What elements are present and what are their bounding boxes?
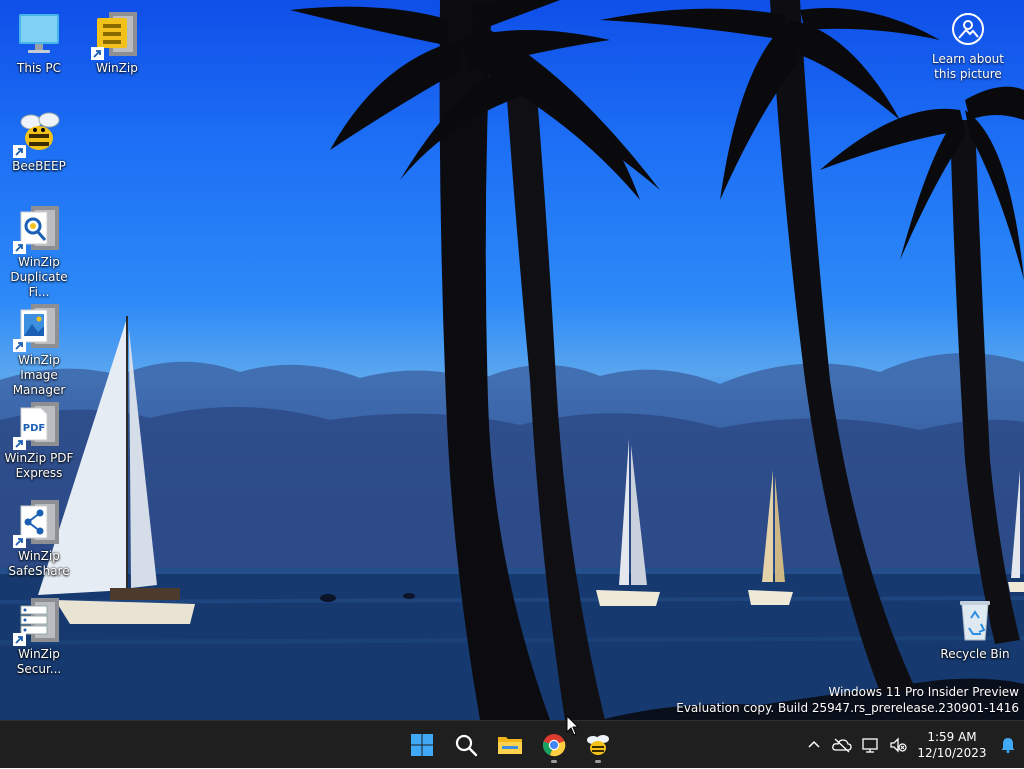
taskbar: 1:59 AM 12/10/2023 [0, 720, 1024, 768]
onedrive-button[interactable] [828, 725, 856, 765]
camera-lens-icon [952, 13, 984, 45]
chevron-up-icon [808, 740, 820, 748]
desktop[interactable]: This PC WinZip BeeBEEP WinZip Duplicate … [0, 0, 1024, 720]
desktop-icon-winzip-duplicate-finder[interactable]: WinZip Duplicate Fi... [0, 204, 78, 300]
running-indicator [595, 760, 601, 763]
clock-time: 1:59 AM [927, 730, 977, 744]
chrome-icon [542, 734, 566, 757]
start-windows-icon [411, 734, 433, 756]
desktop-icon-label: Recycle Bin [940, 647, 1010, 661]
desktop-icon-label: WinZip SafeShare [8, 549, 70, 578]
volume-muted-icon [890, 737, 907, 753]
bell-icon [1001, 738, 1015, 753]
network-button[interactable] [856, 725, 884, 765]
watermark-line-2: Evaluation copy. Build 25947.rs_prerelea… [676, 701, 1019, 715]
shortcut-arrow-icon [91, 47, 104, 60]
clock-date: 12/10/2023 [917, 746, 987, 760]
notifications-button[interactable] [992, 725, 1024, 765]
show-hidden-icons-button[interactable] [800, 725, 828, 765]
desktop-icon-winzip-safeshare[interactable]: WinZip SafeShare [0, 498, 78, 579]
recycle-bin-icon [951, 596, 999, 644]
shortcut-arrow-icon [13, 241, 26, 254]
network-icon [862, 738, 878, 753]
winzip-pdf-express-icon: PDF [13, 400, 63, 450]
beebeep-icon [13, 108, 63, 158]
desktop-icon-label: WinZip PDF Express [4, 451, 74, 480]
desktop-icon-recycle-bin[interactable]: Recycle Bin [936, 596, 1014, 662]
winzip-secure-backup-icon [13, 596, 63, 646]
winzip-image-manager-icon [13, 302, 63, 352]
shortcut-arrow-icon [13, 633, 26, 646]
learn-about-label: Learn about this picture [932, 52, 1004, 81]
shortcut-arrow-icon [13, 437, 26, 450]
desktop-icon-label: BeeBEEP [12, 159, 66, 173]
desktop-icon-label: WinZip [96, 61, 138, 75]
desktop-icon-winzip-secure-backup[interactable]: WinZip Secur... [0, 596, 78, 677]
shortcut-arrow-icon [13, 145, 26, 158]
desktop-icon-winzip[interactable]: WinZip [78, 10, 156, 76]
watermark-line-1: Windows 11 Pro Insider Preview [828, 685, 1019, 699]
wallpaper-image [0, 0, 1024, 720]
learn-about-this-picture[interactable]: Learn about this picture [920, 12, 1016, 82]
system-tray: 1:59 AM 12/10/2023 [800, 721, 1024, 769]
winzip-duplicate-finder-icon [13, 204, 63, 254]
desktop-icon-label: WinZip Secur... [16, 647, 62, 676]
shortcut-arrow-icon [13, 339, 26, 352]
desktop-icon-label: This PC [17, 61, 61, 75]
taskbar-apps [402, 725, 618, 765]
winzip-safeshare-icon [13, 498, 63, 548]
volume-button[interactable] [884, 725, 912, 765]
desktop-icon-beebeep[interactable]: BeeBEEP [0, 108, 78, 174]
desktop-icon-label: WinZip Image Manager [12, 353, 66, 397]
beebeep-icon [587, 735, 609, 755]
desktop-icon-label: WinZip Duplicate Fi... [10, 255, 68, 299]
desktop-icon-winzip-pdf-express[interactable]: PDF WinZip PDF Express [0, 400, 78, 481]
shortcut-arrow-icon [13, 535, 26, 548]
search-icon [455, 734, 478, 757]
clock-button[interactable]: 1:59 AM 12/10/2023 [912, 729, 992, 761]
evaluation-watermark: Windows 11 Pro Insider Preview Evaluatio… [676, 684, 1019, 716]
mouse-cursor-icon [566, 715, 580, 736]
desktop-icon-this-pc[interactable]: This PC [0, 10, 78, 76]
file-explorer-icon [498, 737, 522, 754]
this-pc-icon [15, 10, 63, 58]
onedrive-offline-icon [832, 738, 852, 753]
search-button[interactable] [446, 725, 486, 765]
file-explorer-button[interactable] [490, 725, 530, 765]
beebeep-taskbar-button[interactable] [578, 725, 618, 765]
start-button[interactable] [402, 725, 442, 765]
svg-text:PDF: PDF [23, 423, 45, 434]
desktop-icon-winzip-image-manager[interactable]: WinZip Image Manager [0, 302, 78, 398]
running-indicator [551, 760, 557, 763]
winzip-icon [91, 10, 141, 60]
